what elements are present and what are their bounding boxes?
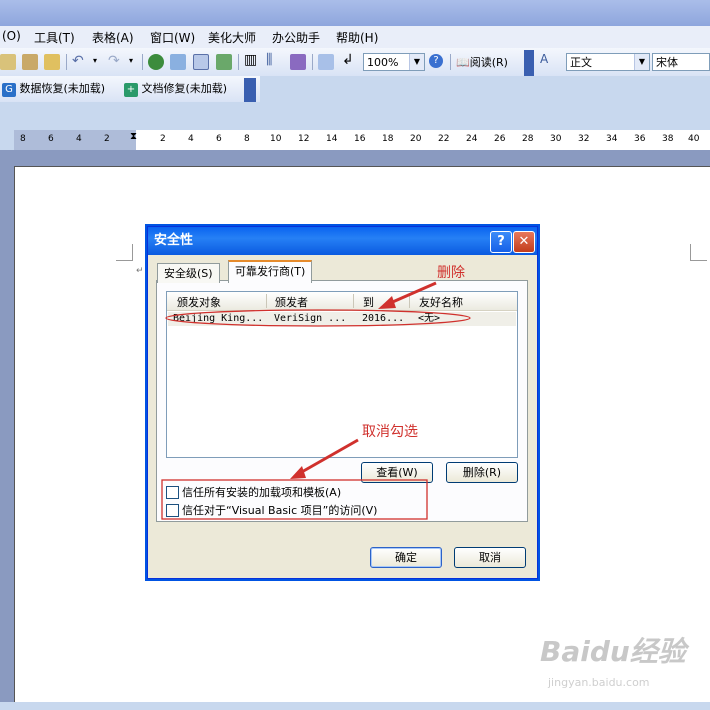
delete-annotation: 删除 <box>437 265 465 281</box>
annotation-overlay <box>161 281 471 520</box>
annotation-arrow-head <box>378 296 396 309</box>
annotation-arrow <box>387 281 437 306</box>
uncheck-annotation: 取消勾选 <box>362 424 418 440</box>
baidu-watermark: Baidu经验 <box>540 635 686 668</box>
highlight-box <box>161 479 428 520</box>
annotation-arrow <box>299 438 359 475</box>
watermark-url: jingyan.baidu.com <box>548 676 650 689</box>
status-bar <box>0 702 710 710</box>
annotation-arrow-head <box>290 466 306 479</box>
highlight-ellipse <box>165 309 471 327</box>
